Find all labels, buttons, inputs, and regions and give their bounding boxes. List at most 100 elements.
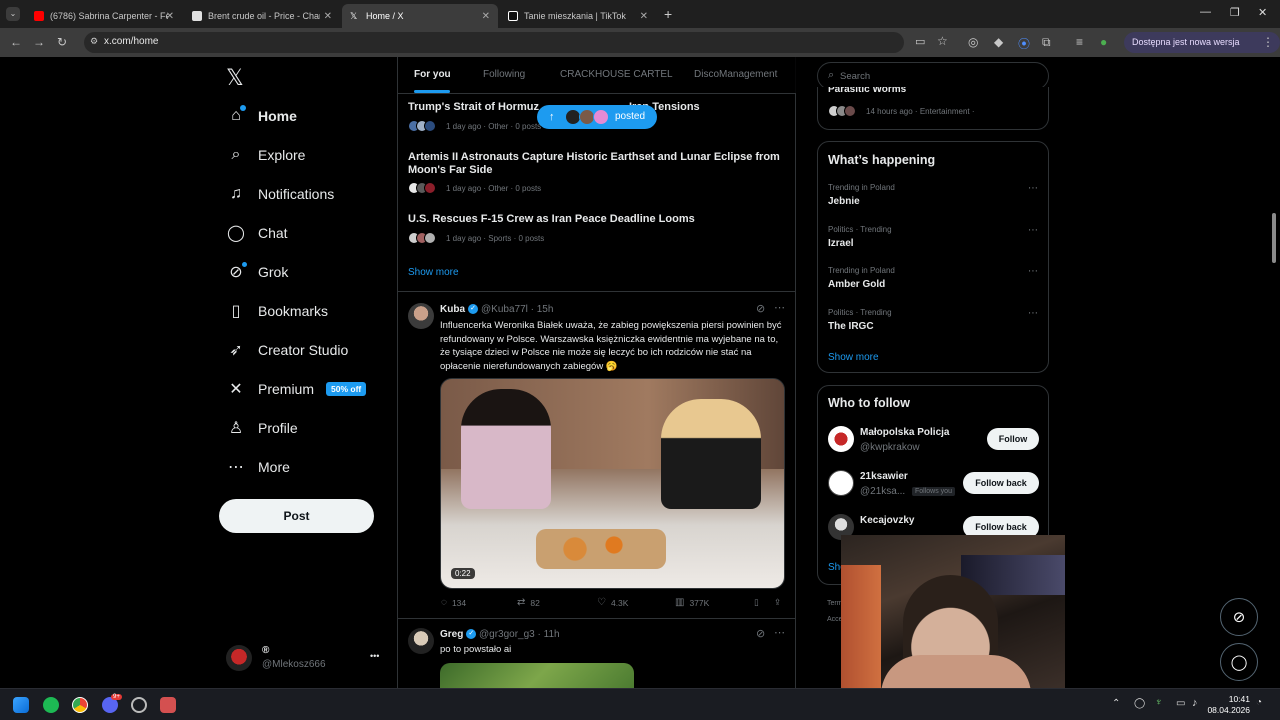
avatar[interactable] <box>828 470 854 496</box>
grok-icon[interactable]: ⊘ <box>756 302 765 315</box>
more-options-icon[interactable]: ⋯ <box>1028 266 1038 277</box>
post-button[interactable]: Post <box>219 499 374 533</box>
messages-fab[interactable]: ◯ <box>1220 643 1258 681</box>
tab-for-you[interactable]: For you <box>414 69 451 80</box>
extension-diamond-icon[interactable]: ◆ <box>994 35 1003 49</box>
tab-discomanagement[interactable]: DiscoManagement <box>694 69 777 80</box>
sidebar-item-chat[interactable]: ◯ Chat <box>226 223 288 243</box>
tray-circle-icon[interactable]: ◯ <box>1134 698 1145 709</box>
trend-name[interactable]: Amber Gold <box>828 279 885 290</box>
x-logo[interactable]: 𝕏 <box>226 65 244 91</box>
like-button[interactable]: ♡ 4.3K <box>597 597 628 608</box>
post-author-handle[interactable]: @gr3gor_g3 · 11h <box>479 629 560 640</box>
restore-icon[interactable]: ❐ <box>1230 6 1240 19</box>
close-icon[interactable]: ✕ <box>166 11 174 22</box>
news-title[interactable]: Artemis II Astronauts Capture Historic E… <box>408 151 788 177</box>
tab-crackhouse-cartel[interactable]: CRACKHOUSE CARTEL <box>560 69 673 80</box>
extensions-puzzle-icon[interactable]: ⧉ <box>1042 35 1051 50</box>
avatar[interactable] <box>828 426 854 452</box>
sidebar-item-home[interactable]: ⌂ Home <box>226 105 297 126</box>
trend-name[interactable]: The IRGC <box>828 321 874 332</box>
sidebar-item-grok[interactable]: ⊘ Grok <box>226 262 288 282</box>
media-icon[interactable]: ≡ <box>1076 35 1083 49</box>
notifications-bell-icon[interactable]: ◔ <box>1256 697 1262 708</box>
tab-following[interactable]: Following <box>483 69 525 80</box>
account-name[interactable]: Kecajovzky <box>860 515 914 526</box>
views-button[interactable]: ▥ 377K <box>675 597 709 608</box>
close-icon[interactable]: ✕ <box>324 11 332 22</box>
extension-incognito-icon[interactable]: ◎ <box>968 35 978 49</box>
grok-fab[interactable]: ⊘ <box>1220 598 1258 636</box>
sidebar-item-explore[interactable]: ⌕ Explore <box>226 145 306 165</box>
post-author-name[interactable]: Kuba ✓ <box>440 304 478 315</box>
reply-button[interactable]: ◌ 134 <box>441 597 466 608</box>
avatar[interactable] <box>408 628 434 654</box>
sidebar-item-premium[interactable]: ✕ Premium 50% off <box>226 379 367 399</box>
spotify-icon[interactable] <box>43 697 59 713</box>
tab-tiktok[interactable]: Tanie mieszkania | TikTok ✕ <box>500 4 656 28</box>
follow-button[interactable]: Follow <box>987 428 1039 450</box>
back-icon[interactable]: ← <box>10 35 22 49</box>
post-video[interactable]: 0:22 <box>440 378 785 589</box>
volume-icon[interactable]: ♪ <box>1192 697 1198 709</box>
avatar[interactable] <box>408 303 434 329</box>
bookmark-icon[interactable]: ▯ <box>754 597 759 608</box>
more-options-icon[interactable]: ⋯ <box>1028 308 1038 319</box>
news-title[interactable]: U.S. Rescues F-15 Crew as Iran Peace Dea… <box>408 213 788 226</box>
chrome-icon[interactable] <box>72 697 88 713</box>
forward-icon[interactable]: → <box>33 35 45 49</box>
chrome-update-button[interactable]: Dostępna jest nowa wersja Chrome <box>1124 32 1280 68</box>
sidebar-item-bookmarks[interactable]: ▯ Bookmarks <box>226 301 328 321</box>
more-options-icon[interactable]: ⋯ <box>1028 225 1038 236</box>
clock[interactable]: 10:41 08.04.2026 <box>1207 694 1250 716</box>
address-bar[interactable]: ⚙ x.com/home ▭ ☆ <box>84 32 948 53</box>
profile-avatar-icon[interactable]: ● <box>1100 35 1107 49</box>
account-name[interactable]: Małopolska Policja <box>860 427 949 438</box>
microphone-icon[interactable]: ♆ <box>1155 697 1163 708</box>
follow-back-button[interactable]: Follow back <box>963 472 1039 494</box>
repost-button[interactable]: ⇄ 82 <box>517 597 540 608</box>
show-more-link[interactable]: Show more <box>408 267 459 278</box>
post-image[interactable] <box>440 663 634 688</box>
tab-search-button[interactable]: ⌄ <box>6 7 20 21</box>
chrome-menu-icon[interactable]: ⋮ <box>1262 35 1274 49</box>
site-info-icon[interactable]: ⚙ <box>90 36 98 47</box>
extension-audio-icon[interactable]: ⦿ <box>1018 35 1030 52</box>
minimize-icon[interactable]: — <box>1200 6 1211 18</box>
window-close-icon[interactable]: ✕ <box>1258 6 1267 19</box>
sidebar-item-profile[interactable]: ♙ Profile <box>226 418 298 438</box>
tab-home-x[interactable]: 𝕏 Home / X ✕ <box>342 4 498 28</box>
sidebar-item-creator-studio[interactable]: ➶ Creator Studio <box>226 340 348 360</box>
page-scrollbar[interactable] <box>1272 213 1276 263</box>
close-icon[interactable]: ✕ <box>482 11 490 22</box>
post-author-name[interactable]: Greg ✓ <box>440 629 477 640</box>
share-icon[interactable]: ⇪ <box>774 597 781 608</box>
post-author-handle[interactable]: @Kuba77l · 15h <box>481 304 553 315</box>
account-switcher[interactable]: ® @Mlekosz666 ••• <box>226 643 384 675</box>
trend-title[interactable]: Parasitic Worms <box>828 87 906 95</box>
new-tab-button[interactable]: + <box>664 6 672 22</box>
app-icon[interactable] <box>131 697 147 713</box>
grok-icon[interactable]: ⊘ <box>756 627 765 640</box>
tab-youtube[interactable]: (6786) Sabrina Carpenter - Feat ✕ <box>26 4 182 28</box>
trend-name[interactable]: Izrael <box>828 238 854 249</box>
search-input[interactable]: ⌕ Search <box>817 62 1049 90</box>
sidebar-item-notifications[interactable]: ♫ Notifications <box>226 184 334 204</box>
account-menu-icon[interactable]: ••• <box>370 651 379 661</box>
close-icon[interactable]: ✕ <box>640 11 648 22</box>
sidebar-item-more[interactable]: ⋯ More <box>226 457 290 477</box>
more-options-icon[interactable]: ⋯ <box>774 626 785 639</box>
tab-brent-chart[interactable]: Brent crude oil - Price - Chart - ✕ <box>184 4 340 28</box>
streaming-app-icon[interactable] <box>160 697 176 713</box>
show-more-link[interactable]: Show more <box>828 352 879 363</box>
bookmark-star-icon[interactable]: ☆ <box>937 34 948 48</box>
tray-chevron-icon[interactable]: ⌃ <box>1112 698 1120 709</box>
account-name[interactable]: 21ksawier <box>860 471 908 482</box>
windows-start-icon[interactable] <box>13 697 29 713</box>
new-posts-pill[interactable]: ↑ posted <box>537 105 657 129</box>
network-icon[interactable]: ▭ <box>1176 698 1185 709</box>
install-icon[interactable]: ▭ <box>915 35 925 48</box>
reload-icon[interactable]: ↻ <box>57 35 67 49</box>
more-options-icon[interactable]: ⋯ <box>774 301 785 314</box>
trend-name[interactable]: Jebnie <box>828 196 860 207</box>
